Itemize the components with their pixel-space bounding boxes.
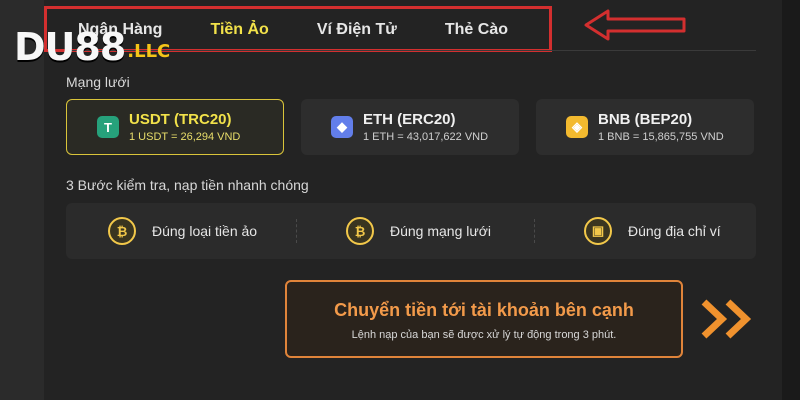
- step-item: ▣ Đúng địa chỉ ví: [584, 203, 721, 259]
- network-rate: 1 USDT = 26,294 VND: [129, 131, 241, 143]
- network-name: USDT (TRC20): [129, 111, 232, 128]
- bnb-icon: ◈: [566, 116, 588, 138]
- step-label: Đúng địa chỉ ví: [628, 223, 721, 239]
- step-divider: [296, 219, 298, 243]
- network-section-title: Mạng lưới: [66, 74, 130, 90]
- logo-domain: .LLC: [127, 41, 171, 62]
- step-item: ₿ Đúng mạng lưới: [346, 203, 491, 259]
- site-logo: DU88 .LLC: [14, 26, 170, 66]
- network-name: ETH (ERC20): [363, 111, 456, 128]
- double-chevron-right-icon: [701, 299, 752, 339]
- network-coin-icon: ₿: [346, 217, 374, 245]
- network-rate: 1 ETH = 43,017,622 VND: [363, 131, 489, 143]
- right-background-strip: [782, 0, 800, 400]
- step-divider: [534, 219, 536, 243]
- network-name: BNB (BEP20): [598, 111, 693, 128]
- steps-section-title: 3 Bước kiểm tra, nạp tiền nhanh chóng: [66, 177, 309, 193]
- logo-text: DU88: [14, 25, 126, 69]
- tether-icon: T: [97, 116, 119, 138]
- step-label: Đúng mạng lưới: [390, 223, 492, 239]
- wallet-icon: ▣: [584, 217, 612, 245]
- steps-bar: ₿ Đúng loại tiền ảo ₿ Đúng mạng lưới ▣ Đ…: [66, 203, 756, 259]
- network-card-eth[interactable]: ◆ ETH (ERC20) 1 ETH = 43,017,622 VND: [301, 99, 519, 155]
- step-label: Đúng loại tiền ảo: [152, 223, 258, 239]
- ethereum-icon: ◆: [331, 116, 353, 138]
- cta-title: Chuyển tiền tới tài khoản bên cạnh: [334, 300, 634, 320]
- network-card-usdt[interactable]: T USDT (TRC20) 1 USDT = 26,294 VND: [66, 99, 284, 155]
- bitcoin-coin-icon: ₿: [108, 217, 136, 245]
- transfer-cta-button[interactable]: Chuyển tiền tới tài khoản bên cạnh Lệnh …: [285, 280, 683, 358]
- network-card-bnb[interactable]: ◈ BNB (BEP20) 1 BNB = 15,865,755 VND: [536, 99, 754, 155]
- network-rate: 1 BNB = 15,865,755 VND: [598, 131, 724, 143]
- step-item: ₿ Đúng loại tiền ảo: [108, 203, 257, 259]
- cta-subtitle: Lệnh nạp của bạn sẽ được xử lý tự động t…: [351, 329, 617, 341]
- annotation-arrow-icon: [584, 9, 686, 41]
